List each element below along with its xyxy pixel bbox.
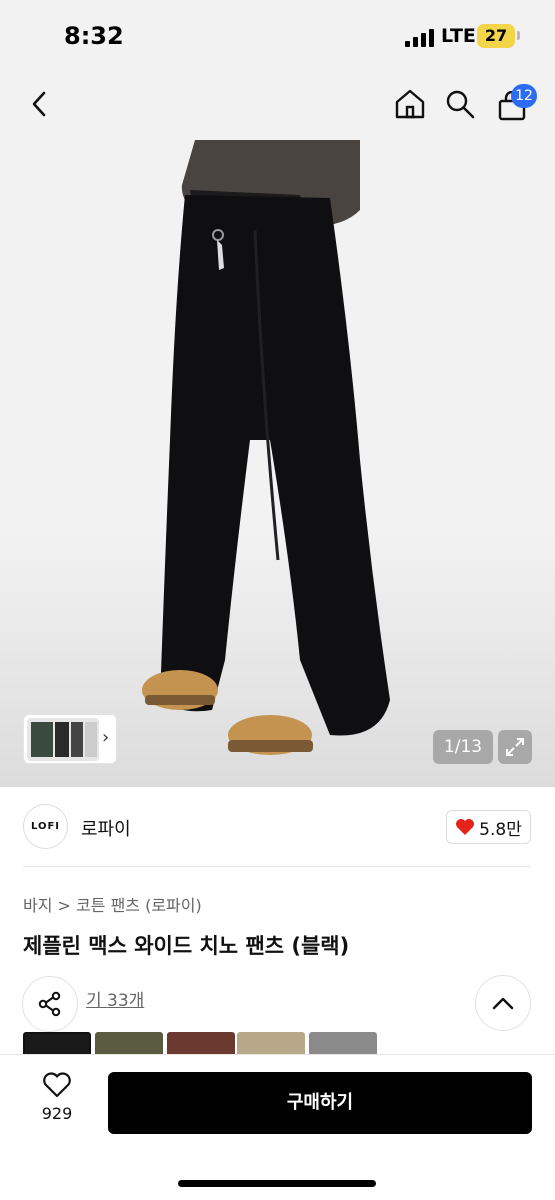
breadcrumb-sub[interactable]: 코튼 팬츠 (로파이) <box>76 896 202 915</box>
page-counter: 1/13 <box>433 730 493 764</box>
signal-icon <box>405 29 435 47</box>
battery-cap <box>517 31 520 40</box>
status-bar: 8:32 LTE 27 <box>0 0 555 70</box>
brand-like-button[interactable]: 5.8만 <box>446 810 531 844</box>
brand-like-count: 5.8만 <box>479 819 522 840</box>
wishlist-count: 929 <box>41 1104 73 1123</box>
review-link[interactable]: 기 33개 <box>86 986 144 1011</box>
expand-button[interactable] <box>498 730 532 764</box>
scroll-top-button[interactable] <box>475 975 531 1031</box>
swatch-grey[interactable] <box>309 1032 377 1054</box>
product-image[interactable] <box>0 140 555 787</box>
swatch-brown[interactable] <box>167 1032 235 1054</box>
search-button[interactable] <box>440 84 480 124</box>
network-type: LTE <box>441 25 476 47</box>
divider <box>23 866 531 867</box>
breadcrumb-separator: > <box>57 896 71 915</box>
back-button[interactable] <box>20 84 60 124</box>
wishlist-button[interactable]: 929 <box>32 1072 82 1132</box>
chevron-up-icon <box>492 997 514 1010</box>
buy-button[interactable]: 구매하기 <box>108 1072 532 1134</box>
thumbnail-image <box>27 718 99 761</box>
brand-name[interactable]: 로파이 <box>81 815 131 841</box>
home-icon <box>395 89 425 119</box>
brand-logo[interactable]: LOFI <box>23 804 68 849</box>
top-nav <box>0 70 555 140</box>
color-swatches <box>23 1032 383 1054</box>
product-photo <box>142 140 390 755</box>
breadcrumb: 바지 > 코튼 팬츠 (로파이) <box>23 892 202 916</box>
search-icon <box>446 90 475 119</box>
heart-outline-icon <box>43 1072 71 1098</box>
expand-icon <box>506 738 524 756</box>
share-icon <box>38 991 61 1017</box>
home-button[interactable] <box>390 84 430 124</box>
battery-level: 27 <box>484 26 508 45</box>
swatch-olive[interactable] <box>95 1032 163 1054</box>
swatch-beige[interactable] <box>237 1032 305 1054</box>
gallery-thumbnails[interactable]: › <box>23 714 117 764</box>
chevron-right-icon: › <box>102 727 110 748</box>
chevron-left-icon <box>32 91 46 117</box>
status-time: 8:32 <box>64 22 124 50</box>
cart-count-badge: 12 <box>511 84 537 108</box>
share-button[interactable] <box>22 976 78 1032</box>
breadcrumb-root[interactable]: 바지 <box>23 896 52 915</box>
home-indicator <box>178 1180 376 1187</box>
heart-icon <box>456 819 475 835</box>
battery-icon: 27 <box>477 24 515 48</box>
product-title: 제플린 맥스 와이드 치노 팬츠 (블랙) <box>23 934 350 958</box>
swatch-black[interactable] <box>23 1032 91 1054</box>
